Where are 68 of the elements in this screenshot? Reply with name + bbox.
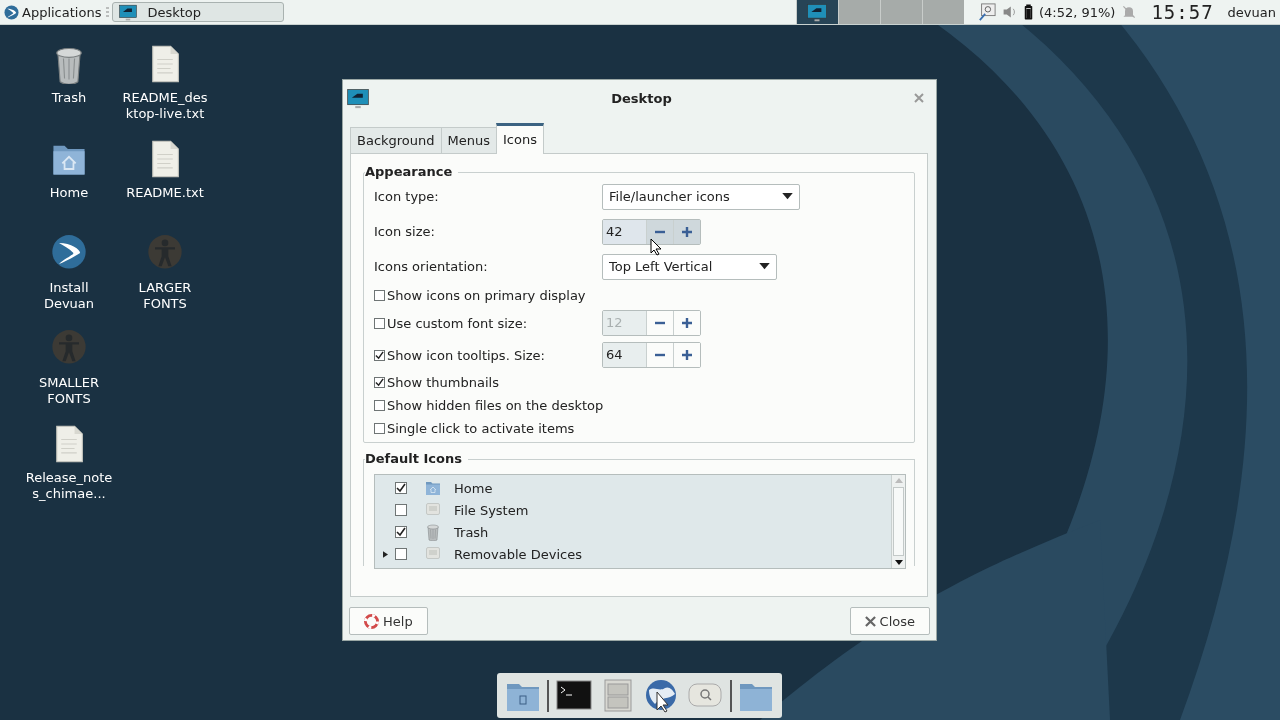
checkbox-label[interactable]: Single click to activate items <box>387 421 575 436</box>
handle-icon <box>106 6 110 18</box>
tab[interactable]: Icons <box>496 123 544 154</box>
dropdown-arrow-icon <box>759 263 770 270</box>
taskbar-button[interactable]: Desktop <box>112 2 285 22</box>
checkbox-label[interactable]: Show hidden files on the desktop <box>387 398 604 413</box>
close-button[interactable]: Close <box>849 607 930 635</box>
section-title: Appearance <box>365 164 459 180</box>
checkbox[interactable] <box>374 349 385 361</box>
dropdown[interactable]: Top Left Vertical <box>602 253 777 280</box>
checkbox-label[interactable]: Show icons on primary display <box>387 288 586 303</box>
field-label: Icons orientation: <box>374 259 489 274</box>
battery-icon <box>1023 4 1033 20</box>
tab[interactable]: Background <box>350 127 442 154</box>
window-title: Desktop <box>610 90 673 106</box>
list-item[interactable]: File System <box>454 502 529 518</box>
scrollbar[interactable] <box>891 475 905 568</box>
list-item[interactable]: Home <box>454 480 493 496</box>
workspace-button[interactable] <box>837 0 880 24</box>
close-icon <box>914 93 924 103</box>
scroll-up-icon <box>894 478 903 483</box>
checkbox[interactable] <box>374 423 385 434</box>
monitor-icon <box>347 87 369 109</box>
battery-status: (4:52, 91%) <box>1038 4 1116 20</box>
trash-icon <box>425 523 441 541</box>
help-button[interactable]: Help <box>349 607 428 635</box>
checkbox-label[interactable]: Show icon tooltips. Size: <box>387 347 545 363</box>
speaker-icon <box>1001 4 1018 20</box>
checkbox[interactable] <box>374 400 385 411</box>
checkmark-icon <box>396 483 406 493</box>
muted-bell-icon <box>1121 4 1138 20</box>
checkbox[interactable] <box>395 526 407 538</box>
monitor-icon <box>807 2 828 22</box>
checkbox[interactable] <box>395 504 407 516</box>
workspace-button[interactable] <box>795 0 838 24</box>
monitor-icon <box>119 3 138 21</box>
icon-label[interactable]: Trash <box>23 90 115 106</box>
swirl-logo-icon <box>4 4 19 20</box>
dropdown-arrow-icon <box>782 193 793 200</box>
icon-label[interactable]: Home <box>23 185 115 201</box>
dropdown[interactable]: File/launcher icons <box>602 183 800 210</box>
icon-label[interactable]: SMALLER FONTS <box>23 375 115 407</box>
checkbox[interactable] <box>374 290 385 301</box>
checkbox-label[interactable]: Show thumbnails <box>387 375 499 390</box>
search-icon <box>977 3 996 21</box>
list-item[interactable]: Removable Devices <box>454 546 582 562</box>
checkmark-icon <box>375 378 384 387</box>
checkmark-icon <box>375 350 384 360</box>
lifebuoy-icon <box>364 613 379 629</box>
checkbox[interactable] <box>374 377 385 388</box>
scroll-down-icon <box>894 560 903 565</box>
field-label: Icon type: <box>374 189 440 204</box>
icon-label[interactable]: README_desktop-live.txt <box>119 90 211 122</box>
field-label: Icon size: <box>374 224 436 239</box>
user-name[interactable]: devuan <box>1227 4 1276 20</box>
icon-label[interactable]: Release_notes_chimae... <box>23 470 115 502</box>
icon-label[interactable]: README.txt <box>119 185 211 201</box>
list-item[interactable]: Trash <box>454 524 489 540</box>
checkbox[interactable] <box>395 482 407 494</box>
checkmark-icon <box>396 527 406 537</box>
applications-menu[interactable]: Applications <box>0 4 104 20</box>
icon-label[interactable]: Install Devuan <box>23 280 115 312</box>
checkbox[interactable] <box>395 548 407 560</box>
home-folder-icon <box>425 479 441 497</box>
close-button[interactable] <box>914 93 924 103</box>
icon-label[interactable]: LARGER FONTS <box>119 280 211 312</box>
clock: 15:57 <box>1151 1 1214 23</box>
x-icon <box>864 615 876 627</box>
